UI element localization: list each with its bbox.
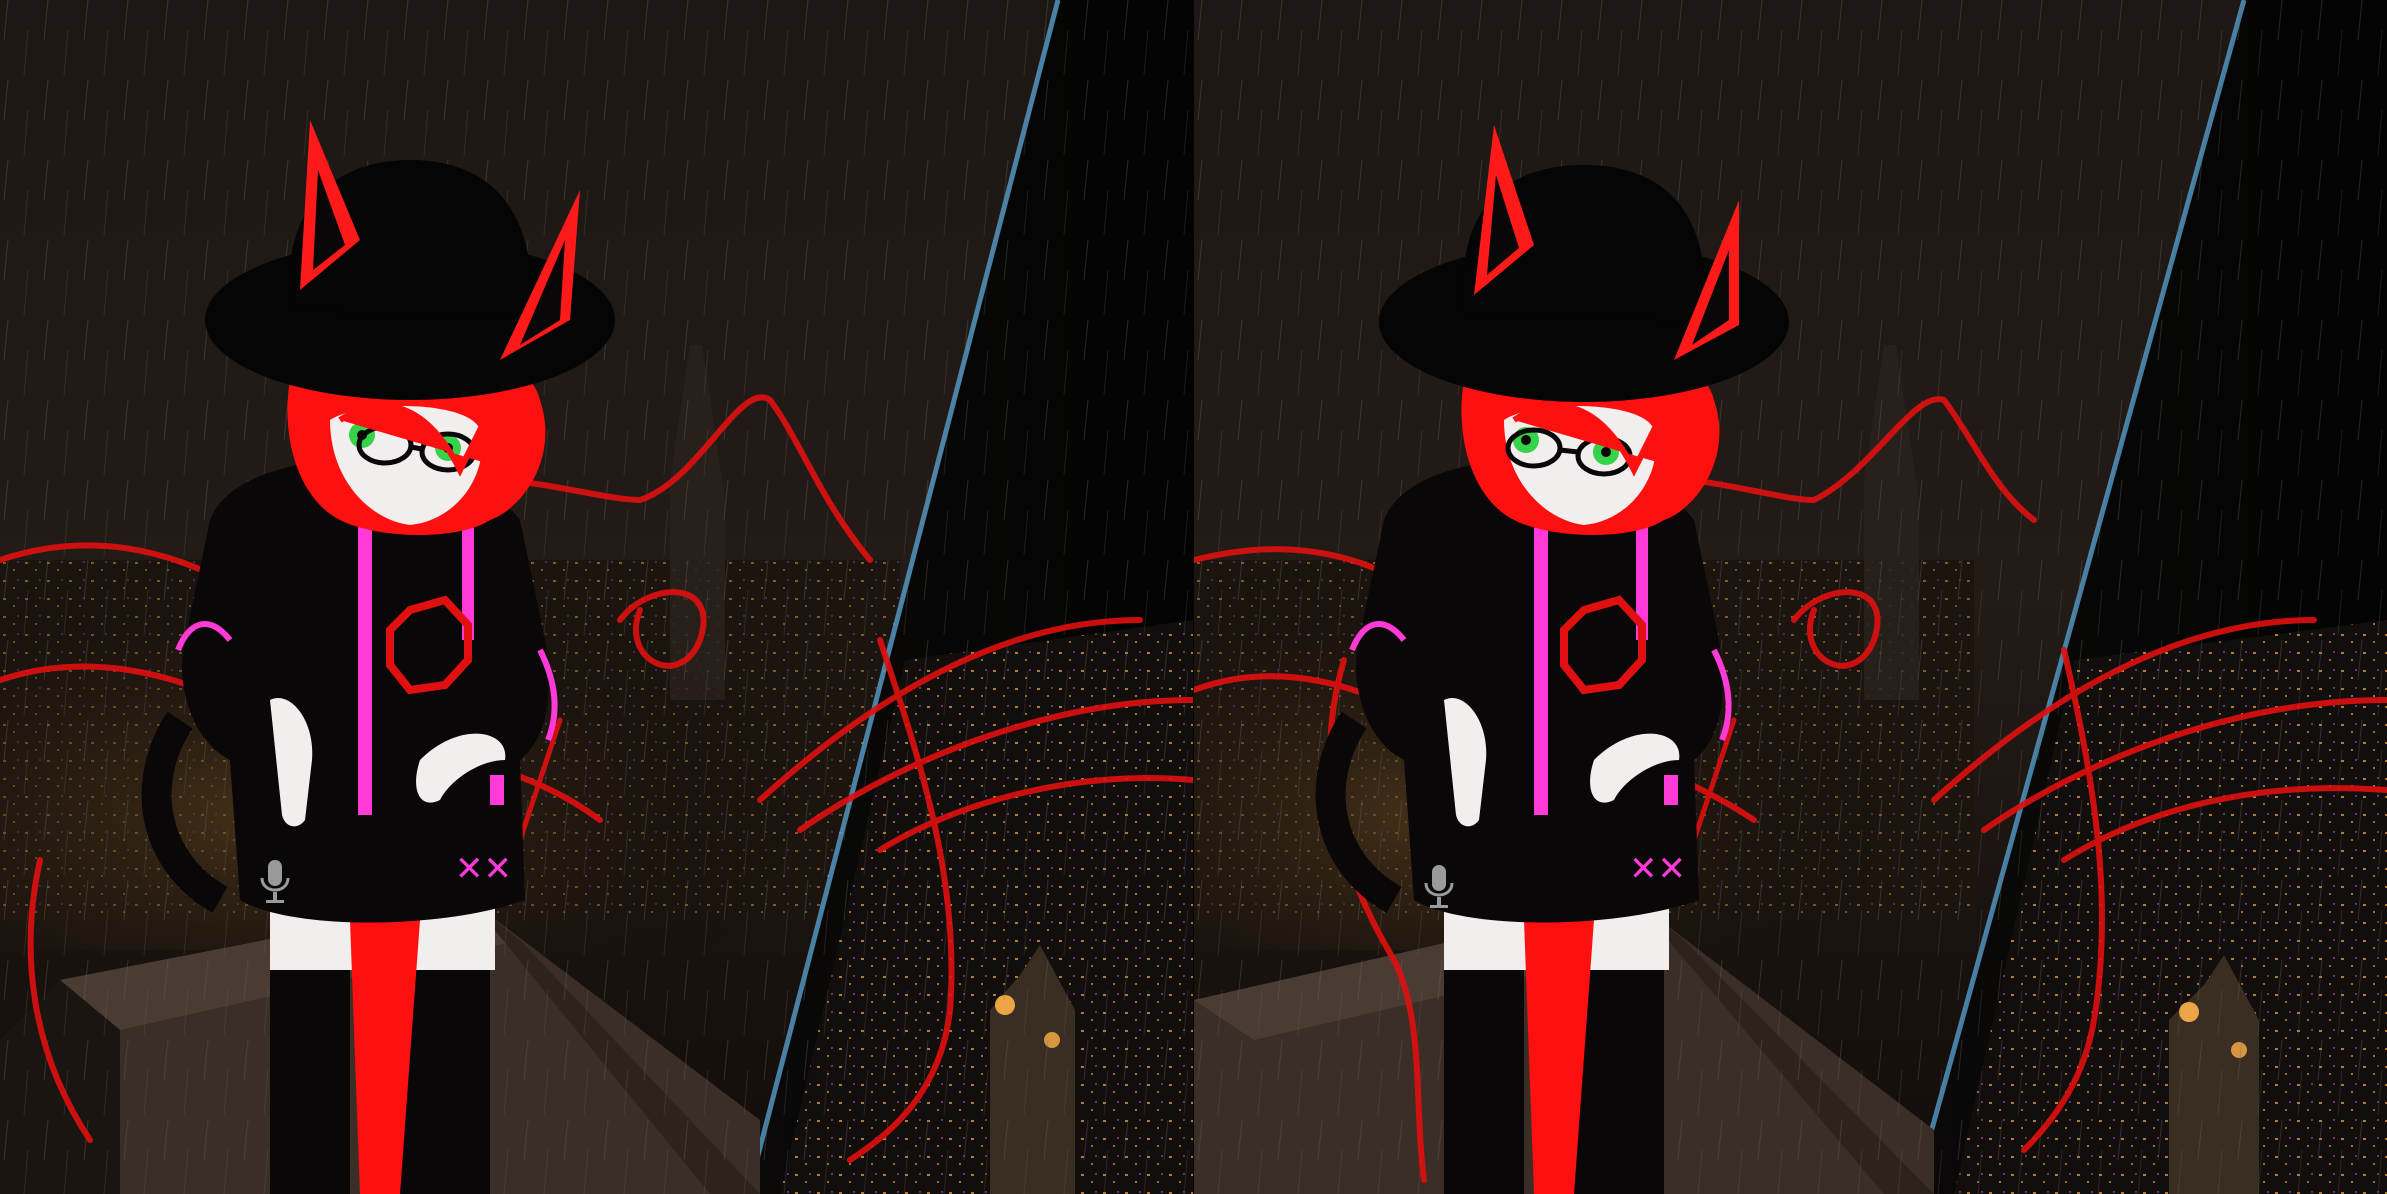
- scene-right: ✕✕: [1194, 0, 2387, 1194]
- right-eye-view: ✕✕: [1194, 0, 2387, 1194]
- hoodie-logo: ✕✕: [1629, 849, 1686, 889]
- hoodie-logo: ✕✕: [455, 849, 512, 889]
- rain: [0, 0, 1193, 1194]
- hoodie-string-left: [1534, 525, 1548, 815]
- left-eye-view: ✕✕: [0, 0, 1193, 1194]
- scene-left: ✕✕: [0, 0, 1193, 1194]
- hoodie-string-left: [358, 525, 372, 815]
